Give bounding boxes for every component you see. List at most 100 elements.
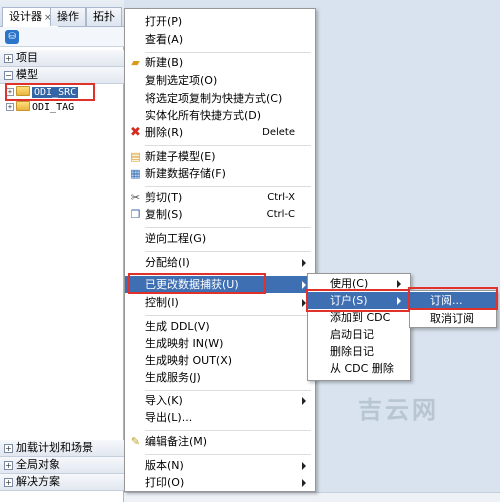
- expand-icon[interactable]: +: [6, 103, 14, 111]
- submenu-arrow-icon: [302, 259, 306, 267]
- menu-item-generate-service[interactable]: 生成服务(J): [125, 369, 315, 386]
- db-icon[interactable]: ⛁: [5, 30, 19, 44]
- menu-item-label: 分配给(I): [145, 256, 190, 269]
- menu-item-new-submodel[interactable]: ▤ 新建子模型(E): [125, 148, 315, 165]
- menu-item-view[interactable]: 查看(A): [125, 31, 315, 48]
- menu-item-label: 编辑备注(M): [145, 435, 208, 448]
- menu-item-changed-data-capture[interactable]: 已更改数据捕获(U): [125, 276, 315, 293]
- menu-separator: [145, 454, 311, 455]
- menu-item-use[interactable]: 使用(C): [308, 275, 410, 292]
- menu-item-label: 使用(C): [330, 277, 369, 290]
- watermark: 吉云网: [358, 396, 439, 424]
- menu-item-unsubscribe[interactable]: 取消订阅: [410, 310, 496, 327]
- expand-icon[interactable]: +: [6, 88, 14, 96]
- section-global-objects[interactable]: + 全局对象: [0, 457, 124, 474]
- subscriber-submenu: 订阅... 取消订阅: [409, 290, 497, 328]
- menu-item-label: 复制(S): [145, 208, 183, 221]
- menu-item-label: 从 CDC 删除: [330, 362, 394, 375]
- section-load-plans[interactable]: + 加载计划和场景: [0, 440, 124, 457]
- tab-topology-label: 拓扑: [93, 10, 115, 23]
- menu-item-copy-selection[interactable]: 复制选定项(O): [125, 72, 315, 89]
- section-projects[interactable]: + 项目: [0, 50, 124, 67]
- menu-item-materialize-shortcuts[interactable]: 实体化所有快捷方式(D): [125, 107, 315, 124]
- menu-item-remove-from-cdc[interactable]: 从 CDC 删除: [308, 360, 410, 377]
- menu-item-import[interactable]: 导入(K): [125, 392, 315, 409]
- menu-item-assign-to[interactable]: 分配给(I): [125, 254, 315, 271]
- submenu-arrow-icon: [302, 397, 306, 405]
- menu-item-label: 实体化所有快捷方式(D): [145, 109, 262, 122]
- menu-item-open[interactable]: 打开(P): [125, 13, 315, 30]
- menu-item-label: 新建(B): [145, 56, 184, 69]
- navigator-tabs: 设计器 × 操作 拓扑: [0, 0, 124, 27]
- delete-icon: ✖: [130, 125, 141, 140]
- tree-node-odi-src[interactable]: + ODI_SRC: [6, 86, 79, 100]
- menu-item-new-datastore[interactable]: ▦ 新建数据存储(F): [125, 165, 315, 182]
- menu-item-copy[interactable]: ❐ 复制(S) Ctrl-C: [125, 206, 315, 223]
- tree-node-odi-tag[interactable]: + ODI_TAG: [6, 101, 74, 115]
- menu-item-subscribe[interactable]: 订阅...: [410, 292, 496, 309]
- tree-node-label: ODI_TAG: [32, 102, 75, 113]
- menu-item-generate-ddl[interactable]: 生成 DDL(V): [125, 318, 315, 335]
- section-solutions[interactable]: + 解决方案: [0, 474, 124, 491]
- submenu-arrow-icon: [302, 462, 306, 470]
- expand-icon[interactable]: +: [4, 444, 13, 453]
- new-folder-icon: ▰: [131, 56, 140, 69]
- menu-item-cut[interactable]: ✂ 剪切(T) Ctrl-X: [125, 189, 315, 206]
- submenu-arrow-icon: [302, 479, 306, 487]
- tab-topology[interactable]: 拓扑: [86, 7, 122, 26]
- menu-item-edit-memo[interactable]: ✎ 编辑备注(M): [125, 433, 315, 450]
- expand-icon[interactable]: +: [4, 461, 13, 470]
- expand-icon[interactable]: +: [4, 478, 13, 487]
- menu-item-generate-mapping-in[interactable]: 生成映射 IN(W): [125, 335, 315, 352]
- menu-item-label: 新建数据存储(F): [145, 167, 226, 180]
- submenu-arrow-icon: [302, 281, 306, 289]
- menu-separator: [145, 251, 311, 252]
- menu-separator: [145, 430, 311, 431]
- menu-item-label: 新建子模型(E): [145, 150, 216, 163]
- menu-item-label: 版本(N): [145, 459, 184, 472]
- menu-item-label: 生成 DDL(V): [145, 320, 210, 333]
- horizontal-scrollbar[interactable]: [124, 492, 500, 502]
- menu-item-start-journal[interactable]: 启动日记: [308, 326, 410, 343]
- section-global-objects-label: 全局对象: [16, 458, 60, 471]
- tab-operator-label: 操作: [57, 10, 79, 23]
- cdc-submenu: 使用(C) 订户(S) 添加到 CDC 启动日记 删除日记 从 CDC 删除: [307, 273, 411, 381]
- designer-panel: 设计器 × 操作 拓扑 ⛁ + 项目 − 模型 + ODI_SRC + ODI_TAG +…: [0, 0, 124, 502]
- submenu-arrow-icon: [302, 299, 306, 307]
- menu-item-copy-as-shortcut[interactable]: 将选定项复制为快捷方式(C): [125, 90, 315, 107]
- designer-toolbar: ⛁: [0, 27, 124, 47]
- section-models[interactable]: − 模型: [0, 67, 124, 84]
- menu-item-subscriber[interactable]: 订户(S): [308, 292, 410, 309]
- menu-item-delete[interactable]: ✖ 删除(R) Delete: [125, 124, 315, 141]
- menu-item-version[interactable]: 版本(N): [125, 457, 315, 474]
- menu-separator: [145, 227, 311, 228]
- menu-item-label: 剪切(T): [145, 191, 183, 204]
- menu-item-label: 打印(O): [145, 476, 185, 489]
- menu-item-label: 打开(P): [145, 15, 183, 28]
- menu-item-control[interactable]: 控制(I): [125, 294, 315, 311]
- submenu-arrow-icon: [397, 280, 401, 288]
- menu-item-label: 删除日记: [330, 345, 374, 358]
- menu-item-export[interactable]: 导出(L)...: [125, 409, 315, 426]
- section-solutions-label: 解决方案: [16, 475, 60, 488]
- menu-item-new[interactable]: ▰ 新建(B): [125, 54, 315, 71]
- submodel-icon: ▤: [130, 150, 141, 163]
- menu-separator: [145, 315, 311, 316]
- cut-icon: ✂: [130, 191, 141, 204]
- menu-item-generate-mapping-out[interactable]: 生成映射 OUT(X): [125, 352, 315, 369]
- menu-separator: [145, 145, 311, 146]
- menu-item-reverse-engineer[interactable]: 逆向工程(G): [125, 230, 315, 247]
- copy-icon: ❐: [130, 208, 141, 221]
- menu-item-add-to-cdc[interactable]: 添加到 CDC: [308, 309, 410, 326]
- menu-item-drop-journal[interactable]: 删除日记: [308, 343, 410, 360]
- menu-item-label: 将选定项复制为快捷方式(C): [145, 92, 283, 105]
- menu-item-label: 控制(I): [145, 296, 179, 309]
- menu-item-label: 订户(S): [330, 294, 368, 307]
- menu-item-print[interactable]: 打印(O): [125, 474, 315, 491]
- menu-item-label: 生成映射 IN(W): [145, 337, 224, 350]
- tab-operator[interactable]: 操作: [50, 7, 86, 26]
- submenu-arrow-icon: [397, 297, 401, 305]
- expand-icon[interactable]: +: [4, 54, 13, 63]
- collapse-icon[interactable]: −: [4, 71, 13, 80]
- menu-item-label: 导入(K): [145, 394, 183, 407]
